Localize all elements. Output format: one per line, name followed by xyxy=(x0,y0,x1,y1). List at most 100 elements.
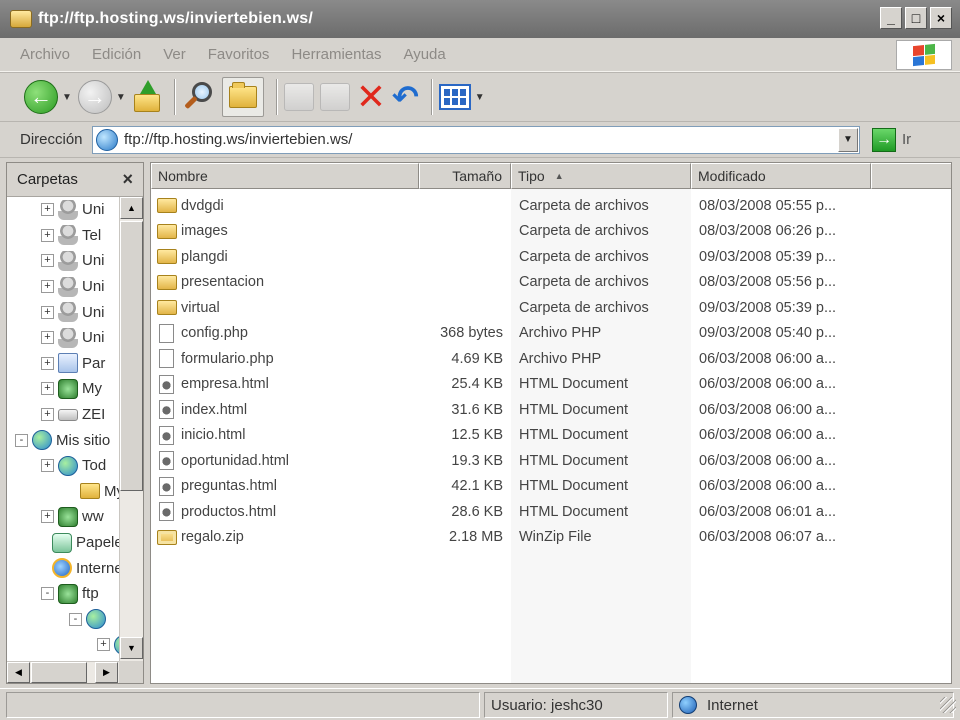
chevron-down-icon[interactable]: ▼ xyxy=(475,92,485,103)
up-folder-button[interactable] xyxy=(132,77,162,117)
tree-item[interactable]: + Uni xyxy=(7,325,119,351)
chevron-down-icon[interactable]: ▼ xyxy=(62,92,72,103)
expand-icon[interactable]: + xyxy=(41,459,54,473)
forward-button[interactable]: → ▼ xyxy=(77,77,126,117)
move-to-button[interactable] xyxy=(283,77,314,117)
tree-item[interactable]: + Par xyxy=(7,351,119,377)
tree-item[interactable]: My xyxy=(7,479,119,505)
go-button[interactable]: → Ir xyxy=(872,127,911,152)
expand-icon[interactable]: + xyxy=(41,408,54,422)
resize-grip[interactable] xyxy=(940,697,956,713)
file-name-cell[interactable]: regalo.zip xyxy=(157,525,417,551)
tree-item[interactable]: + My xyxy=(7,376,119,402)
file-row[interactable]: images Carpeta de archivos 08/03/2008 06:2… xyxy=(151,219,951,245)
file-name-cell[interactable]: inicio.html xyxy=(157,423,417,449)
tree-item[interactable]: + Uni xyxy=(7,248,119,274)
file-row[interactable]: productos.html 28.6 KB HTML Document 06/03/… xyxy=(151,499,951,525)
file-name-cell[interactable]: formulario.php xyxy=(157,346,417,372)
undo-button[interactable]: ↶ xyxy=(392,77,419,117)
tree-item[interactable]: - Mis sitio xyxy=(7,427,119,453)
address-dropdown-button[interactable]: ▼ xyxy=(838,127,858,152)
expand-icon[interactable]: + xyxy=(41,305,54,319)
expand-icon[interactable]: + xyxy=(41,254,54,268)
file-name-cell[interactable]: empresa.html xyxy=(157,372,417,398)
file-name-cell[interactable]: oportunidad.html xyxy=(157,448,417,474)
folder-tree-horizontal-scrollbar[interactable]: ◀ ▶ xyxy=(7,661,119,683)
chevron-down-icon[interactable]: ▼ xyxy=(116,92,126,103)
tree-item[interactable]: + Uni xyxy=(7,299,119,325)
column-header-name[interactable]: Nombre xyxy=(151,163,419,189)
title-bar[interactable]: ftp://ftp.hosting.ws/inviertebien.ws/ _ … xyxy=(0,0,960,38)
column-header-modified[interactable]: Modificado xyxy=(691,163,871,189)
expand-icon[interactable]: + xyxy=(41,356,54,370)
menu-favoritos[interactable]: Favoritos xyxy=(208,46,270,63)
file-name-cell[interactable]: index.html xyxy=(157,397,417,423)
tree-item[interactable]: + Tod xyxy=(7,453,119,479)
file-row[interactable]: plangdi Carpeta de archivos 09/03/2008 05:… xyxy=(151,244,951,270)
horizontal-scroll-thumb[interactable] xyxy=(31,662,87,683)
search-button[interactable] xyxy=(182,77,216,117)
views-button[interactable]: ▼ xyxy=(438,77,485,117)
scroll-left-button[interactable]: ◀ xyxy=(7,662,30,683)
address-input[interactable]: ftp://ftp.hosting.ws/inviertebien.ws/ ▼ xyxy=(92,125,860,154)
folders-button[interactable] xyxy=(221,77,264,117)
tree-item[interactable]: + Uni xyxy=(7,197,119,223)
file-name-cell[interactable]: images xyxy=(157,219,417,245)
folder-tree-vertical-scrollbar[interactable]: ▲ ▼ xyxy=(119,197,143,661)
file-name-cell[interactable]: dvdgdi xyxy=(157,193,417,219)
scroll-up-button[interactable]: ▲ xyxy=(120,197,143,219)
file-row[interactable]: inicio.html 12.5 KB HTML Document 06/03/200… xyxy=(151,423,951,449)
scroll-down-button[interactable]: ▼ xyxy=(120,637,143,659)
tree-item[interactable]: - ftp xyxy=(7,581,119,607)
expand-icon[interactable]: + xyxy=(41,510,54,524)
address-value[interactable]: ftp://ftp.hosting.ws/inviertebien.ws/ xyxy=(124,131,352,148)
expand-icon[interactable]: + xyxy=(41,203,54,217)
file-row[interactable]: empresa.html 25.4 KB HTML Document 06/03/20… xyxy=(151,372,951,398)
tree-item[interactable]: - xyxy=(7,607,119,633)
file-row[interactable]: virtual Carpeta de archivos 09/03/2008 05:… xyxy=(151,295,951,321)
file-row[interactable]: config.php 368 bytes Archivo PHP 09/03/2008… xyxy=(151,321,951,347)
menu-ayuda[interactable]: Ayuda xyxy=(403,46,445,63)
collapse-icon[interactable]: - xyxy=(15,433,28,447)
copy-to-button[interactable] xyxy=(319,77,350,117)
scroll-right-button[interactable]: ▶ xyxy=(95,662,118,683)
menu-herramientas[interactable]: Herramientas xyxy=(291,46,381,63)
collapse-icon[interactable]: - xyxy=(69,612,82,626)
file-row[interactable]: index.html 31.6 KB HTML Document 06/03/2008… xyxy=(151,397,951,423)
file-name-cell[interactable]: preguntas.html xyxy=(157,474,417,500)
file-name-cell[interactable]: productos.html xyxy=(157,499,417,525)
expand-icon[interactable]: + xyxy=(41,382,54,396)
expand-icon[interactable]: + xyxy=(41,280,54,294)
tree-item[interactable]: + Tel xyxy=(7,223,119,249)
tree-item[interactable]: Papeler xyxy=(7,530,119,556)
scroll-thumb[interactable] xyxy=(120,221,143,491)
file-row[interactable]: formulario.php 4.69 KB Archivo PHP 06/03/20… xyxy=(151,346,951,372)
file-name-cell[interactable]: virtual xyxy=(157,295,417,321)
expand-icon[interactable]: + xyxy=(41,228,54,242)
menu-ver[interactable]: Ver xyxy=(163,46,186,63)
file-name-cell[interactable]: presentacion xyxy=(157,270,417,296)
tree-item[interactable]: Interne xyxy=(7,555,119,581)
menu-edicion[interactable]: Edición xyxy=(92,46,141,63)
file-row[interactable]: oportunidad.html 19.3 KB HTML Document 06/0… xyxy=(151,448,951,474)
file-row[interactable]: regalo.zip 2.18 MB WinZip File 06/03/2008 0… xyxy=(151,525,951,551)
delete-button[interactable]: ✕ xyxy=(356,77,386,117)
file-name-cell[interactable]: config.php xyxy=(157,321,417,347)
collapse-icon[interactable]: - xyxy=(41,587,54,601)
file-row[interactable]: presentacion Carpeta de archivos 08/03/200… xyxy=(151,270,951,296)
file-name-cell[interactable]: plangdi xyxy=(157,244,417,270)
file-row[interactable]: dvdgdi Carpeta de archivos 08/03/2008 05:5… xyxy=(151,193,951,219)
menu-archivo[interactable]: Archivo xyxy=(20,46,70,63)
close-folders-pane-button[interactable]: × xyxy=(122,169,133,190)
maximize-button[interactable]: □ xyxy=(905,7,927,29)
expand-icon[interactable]: + xyxy=(41,331,54,345)
expand-icon[interactable]: + xyxy=(97,638,110,652)
minimize-button[interactable]: _ xyxy=(880,7,902,29)
close-button[interactable]: × xyxy=(930,7,952,29)
tree-item[interactable]: + ww xyxy=(7,504,119,530)
tree-item[interactable]: + xyxy=(7,632,119,658)
column-header-type[interactable]: Tipo ▲ xyxy=(511,163,691,189)
column-header-size[interactable]: Tamaño xyxy=(419,163,511,189)
file-row[interactable]: preguntas.html 42.1 KB HTML Document 06/03/… xyxy=(151,474,951,500)
tree-item[interactable]: + ZEI xyxy=(7,402,119,428)
